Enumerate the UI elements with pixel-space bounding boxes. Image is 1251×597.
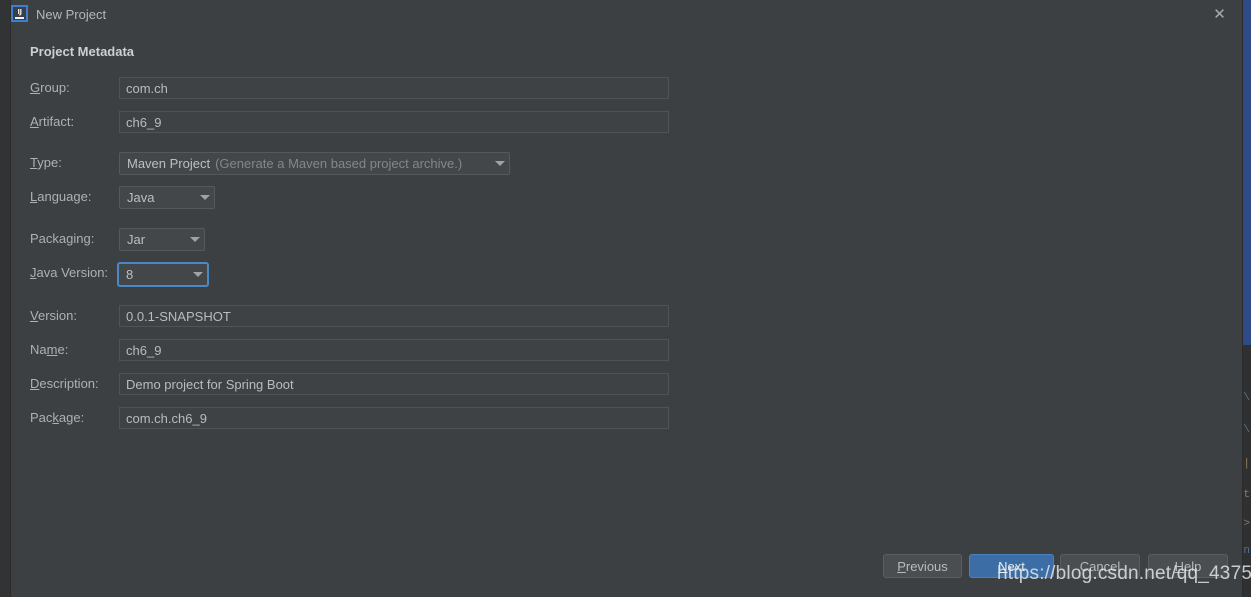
language-combobox[interactable]: Java [119, 186, 215, 209]
background-code-fragment: | [1243, 458, 1250, 470]
label-description: Description: [30, 376, 99, 391]
help-button[interactable]: Help [1148, 554, 1228, 578]
type-combobox[interactable]: Maven Project (Generate a Maven based pr… [119, 152, 510, 175]
new-project-dialog: IJ New Project ✕ Project Metadata Group:… [11, 0, 1242, 597]
background-code-fragment: \ [1243, 424, 1250, 436]
java-version-value: 8 [126, 267, 134, 282]
chevron-down-icon [200, 195, 210, 200]
name-input[interactable] [119, 339, 669, 361]
version-input[interactable] [119, 305, 669, 327]
type-hint: (Generate a Maven based project archive.… [215, 156, 463, 171]
label-artifact: Artifact: [30, 114, 75, 129]
package-input[interactable] [119, 407, 669, 429]
close-icon[interactable]: ✕ [1211, 6, 1228, 23]
cancel-button-label: Cancel [1079, 558, 1121, 574]
packaging-value: Jar [127, 232, 146, 247]
screen: \ \ | t > on IJ New Project ✕ Project Me… [0, 0, 1251, 597]
background-code-fragment: \ [1243, 392, 1250, 404]
label-language: Language: [30, 189, 92, 204]
dialog-title: New Project [36, 7, 107, 22]
intellij-idea-icon: IJ [11, 5, 28, 22]
chevron-down-icon [193, 272, 203, 277]
background-code-fragment: > [1243, 518, 1250, 530]
background-code-fragment: t [1243, 489, 1250, 501]
label-java-version: Java Version: [30, 265, 109, 280]
section-title: Project Metadata [30, 44, 135, 59]
next-button[interactable]: Next [969, 554, 1054, 578]
label-type: Type: [30, 155, 62, 170]
group-input[interactable] [119, 77, 669, 99]
packaging-combobox[interactable]: Jar [119, 228, 205, 251]
background-right-blue-strip [1242, 0, 1251, 345]
label-package: Package: [30, 410, 85, 425]
label-version: Version: [30, 308, 77, 323]
label-packaging: Packaging: [30, 231, 95, 246]
language-value: Java [127, 190, 155, 205]
label-name: Name: [30, 342, 69, 357]
artifact-input[interactable] [119, 111, 669, 133]
label-group: Group: [30, 80, 70, 95]
java-version-combobox[interactable]: 8 [117, 262, 209, 287]
chevron-down-icon [190, 237, 200, 242]
background-right-editor [1242, 345, 1251, 597]
dialog-titlebar: IJ New Project ✕ [11, 0, 1242, 29]
description-input[interactable] [119, 373, 669, 395]
previous-button[interactable]: Previous [883, 554, 962, 578]
chevron-down-icon [495, 161, 505, 166]
cancel-button[interactable]: Cancel [1060, 554, 1140, 578]
type-value: Maven Project [127, 156, 211, 171]
